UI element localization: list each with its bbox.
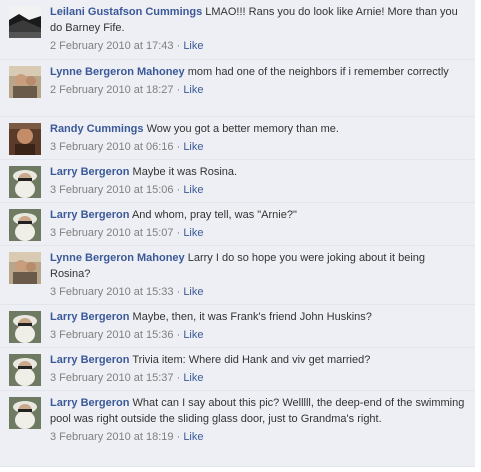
- comment-body: Larry Bergeron What can I say about this…: [50, 395, 467, 445]
- comment-timestamp[interactable]: 3 February 2010 at 15:07: [50, 227, 174, 239]
- comment-meta: 3 February 2010 at 15:06 · Like: [50, 184, 204, 196]
- comment-timestamp[interactable]: 3 February 2010 at 18:19: [50, 431, 174, 443]
- avatar-icon[interactable]: [9, 397, 41, 429]
- comment-timestamp[interactable]: 3 February 2010 at 15:37: [50, 372, 174, 384]
- comment: Larry Bergeron Maybe, then, it was Frank…: [0, 305, 475, 348]
- comment-timestamp[interactable]: 3 February 2010 at 15:06: [50, 184, 174, 196]
- comment-timestamp[interactable]: 3 February 2010 at 06:16: [50, 141, 174, 153]
- avatar-icon[interactable]: [9, 66, 41, 98]
- comment-meta: 3 February 2010 at 15:36 · Like: [50, 329, 204, 341]
- comment-body: Leilani Gustafson Cummings LMAO!!! Rans …: [50, 4, 467, 54]
- comment-meta: 3 February 2010 at 15:37 · Like: [50, 372, 204, 384]
- comment: Larry Bergeron Maybe it was Rosina. 3 Fe…: [0, 160, 475, 203]
- comment-meta: 2 February 2010 at 18:27 · Like: [50, 84, 204, 96]
- comment: Larry Bergeron Trivia item: Where did Ha…: [0, 348, 475, 391]
- comment: Lynne Bergeron Mahoney mom had one of th…: [0, 60, 475, 117]
- comment-timestamp[interactable]: 2 February 2010 at 17:43: [50, 40, 174, 52]
- comment-author-link[interactable]: Larry Bergeron: [50, 166, 129, 178]
- comment-author-link[interactable]: Lynne Bergeron Mahoney: [50, 66, 185, 78]
- like-link[interactable]: Like: [183, 84, 203, 96]
- like-link[interactable]: Like: [183, 431, 203, 443]
- comment-author-link[interactable]: Larry Bergeron: [50, 209, 129, 221]
- like-link[interactable]: Like: [183, 329, 203, 341]
- comment-text: Maybe, then, it was Frank's friend John …: [132, 311, 372, 323]
- comment-text: And whom, pray tell, was "Arnie?": [131, 209, 297, 221]
- comment-timestamp[interactable]: 3 February 2010 at 15:33: [50, 286, 174, 298]
- like-link[interactable]: Like: [183, 372, 203, 384]
- comment-text: Wow you got a better memory than me.: [146, 123, 339, 135]
- avatar-icon[interactable]: [9, 209, 41, 241]
- comment-author-link[interactable]: Larry Bergeron: [50, 311, 129, 323]
- comment-meta: 3 February 2010 at 15:07 · Like: [50, 227, 204, 239]
- comment-author-link[interactable]: Larry Bergeron: [50, 397, 129, 409]
- comment-body: Randy Cummings Wow you got a better memo…: [50, 121, 467, 155]
- comment-meta: 3 February 2010 at 18:19 · Like: [50, 431, 204, 443]
- comment-body: Lynne Bergeron Mahoney Larry I do so hop…: [50, 250, 467, 300]
- like-link[interactable]: Like: [183, 227, 203, 239]
- comment-meta: 2 February 2010 at 17:43 · Like: [50, 40, 204, 52]
- comment-meta: 3 February 2010 at 06:16 · Like: [50, 141, 204, 153]
- avatar-icon[interactable]: [9, 354, 41, 386]
- like-link[interactable]: Like: [183, 286, 203, 298]
- comment: Larry Bergeron What can I say about this…: [0, 391, 475, 467]
- comment-author-link[interactable]: Leilani Gustafson Cummings: [50, 6, 202, 18]
- avatar-icon[interactable]: [9, 252, 41, 284]
- avatar-icon[interactable]: [9, 123, 41, 155]
- avatar-icon[interactable]: [9, 6, 41, 38]
- comment-timestamp[interactable]: 2 February 2010 at 18:27: [50, 84, 174, 96]
- comment-author-link[interactable]: Lynne Bergeron Mahoney: [50, 252, 185, 264]
- comment-author-link[interactable]: Larry Bergeron: [50, 354, 129, 366]
- like-link[interactable]: Like: [183, 141, 203, 153]
- comment-text: mom had one of the neighbors if i rememb…: [187, 66, 449, 78]
- comment-meta: 3 February 2010 at 15:33 · Like: [50, 286, 204, 298]
- comment-author-link[interactable]: Randy Cummings: [50, 123, 144, 135]
- comment-body: Larry Bergeron And whom, pray tell, was …: [50, 207, 467, 241]
- comment-text: Maybe it was Rosina.: [132, 166, 238, 178]
- comment-body: Larry Bergeron Trivia item: Where did Ha…: [50, 352, 467, 386]
- comment: Randy Cummings Wow you got a better memo…: [0, 117, 475, 160]
- avatar-icon[interactable]: [9, 166, 41, 198]
- comment: Larry Bergeron And whom, pray tell, was …: [0, 203, 475, 246]
- comment-body: Larry Bergeron Maybe it was Rosina. 3 Fe…: [50, 164, 467, 198]
- like-link[interactable]: Like: [183, 184, 203, 196]
- comment-timestamp[interactable]: 3 February 2010 at 15:36: [50, 329, 174, 341]
- comment: Lynne Bergeron Mahoney Larry I do so hop…: [0, 246, 475, 305]
- comment-text: Trivia item: Where did Hank and viv get …: [132, 354, 371, 366]
- avatar-icon[interactable]: [9, 311, 41, 343]
- comment-body: Larry Bergeron Maybe, then, it was Frank…: [50, 309, 467, 343]
- comment-thread: Leilani Gustafson Cummings LMAO!!! Rans …: [0, 0, 481, 472]
- comment-body: Lynne Bergeron Mahoney mom had one of th…: [50, 64, 467, 98]
- comment: Leilani Gustafson Cummings LMAO!!! Rans …: [0, 0, 475, 60]
- like-link[interactable]: Like: [183, 40, 203, 52]
